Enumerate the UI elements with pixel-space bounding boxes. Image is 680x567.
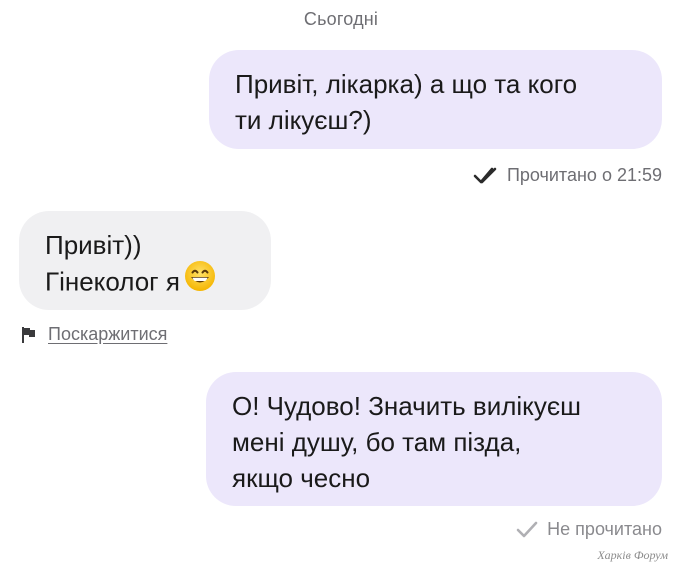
read-status: Прочитано о 21:59 <box>473 165 662 186</box>
message-bubble-incoming[interactable]: Привіт)) Гінеколог я <box>19 211 271 310</box>
message-text-line: мені душу, бо там пізда, <box>232 427 522 457</box>
message-bubble-outgoing[interactable]: О! Чудово! Значить вилікуєш мені душу, б… <box>206 372 662 506</box>
message-text-line: Привіт, лікарка) а що та кого <box>235 69 578 99</box>
unread-status-text: Не прочитано <box>547 519 662 539</box>
double-check-icon <box>473 167 497 183</box>
message-text-line-with-emoji: Гінеколог я <box>45 260 257 304</box>
single-check-icon <box>516 521 538 537</box>
message-bubble-outgoing[interactable]: Привіт, лікарка) а що та кого ти лікуєш?… <box>209 50 662 149</box>
message-text-line: Привіт)) <box>45 230 142 260</box>
watermark: Харків Форум <box>597 548 668 562</box>
report-link[interactable]: Поскаржитися <box>20 324 167 345</box>
read-status-text: Прочитано о 21:59 <box>506 165 662 185</box>
report-label[interactable]: Поскаржитися <box>48 324 167 345</box>
message-text-line: ти лікуєш?) <box>235 105 372 135</box>
grinning-face-icon <box>184 260 216 301</box>
flag-icon <box>22 326 35 343</box>
date-separator: Сьогодні <box>303 9 379 29</box>
unread-status: Не прочитано <box>515 519 662 540</box>
message-text-line: якщо чесно <box>232 463 371 493</box>
message-text-line: О! Чудово! Значить вилікуєш <box>232 391 581 421</box>
